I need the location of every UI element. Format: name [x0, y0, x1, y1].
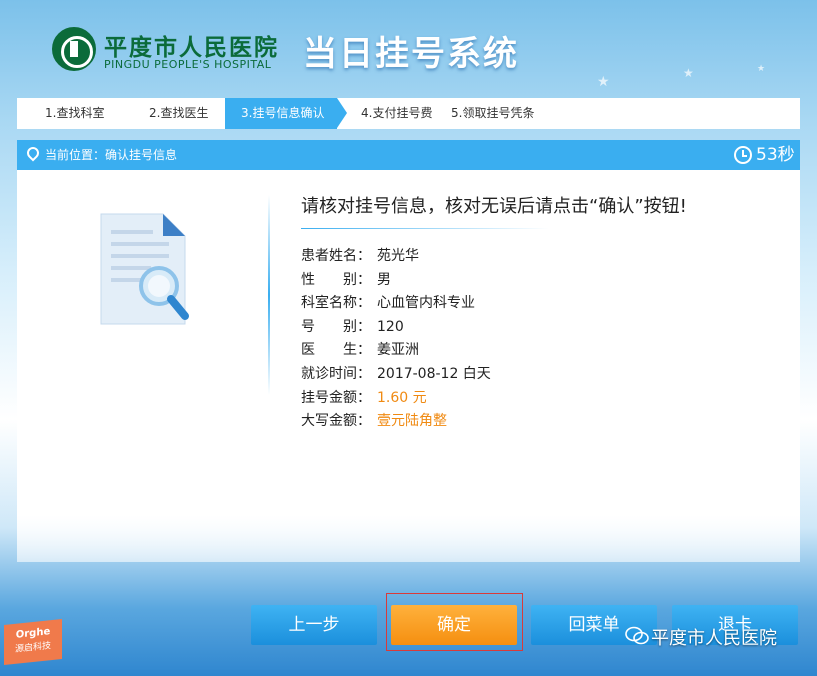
confirm-button[interactable]: 确定	[391, 605, 517, 645]
info-value: 120	[377, 318, 404, 335]
hospital-logo-icon	[52, 27, 96, 71]
star-icon: ★	[757, 64, 766, 74]
location-label: 当前位置：	[45, 148, 106, 162]
fee-amount-uppercase: 壹元陆角整	[377, 413, 447, 430]
step-progress-bar: 1.查找科室 2.查找医生 3.挂号信息确认 4.支付挂号费 5.领取挂号凭条	[17, 98, 800, 129]
headline-underline	[301, 228, 549, 229]
star-icon: ★	[683, 66, 694, 80]
info-row-ticket-type: 号 别： 120	[301, 316, 491, 340]
location-pin-icon	[24, 144, 42, 162]
wechat-icon	[625, 626, 649, 645]
info-key: 科室名称：	[301, 295, 371, 312]
info-value: 苑光华	[377, 248, 419, 264]
confirm-instruction: 请核对挂号信息，核对无误后请点击“确认”按钮!	[301, 196, 687, 217]
step-find-department: 1.查找科室	[45, 106, 105, 120]
step-pay-fee: 4.支付挂号费	[361, 106, 433, 120]
countdown-timer: 53秒	[756, 145, 795, 165]
prev-step-button[interactable]: 上一步	[251, 605, 377, 645]
location-value: 确认挂号信息	[105, 148, 178, 162]
info-row-department: 科室名称： 心血管内科专业	[301, 292, 491, 316]
info-value: 2017-08-12 白天	[377, 365, 491, 382]
info-row-doctor: 医 生： 姜亚洲	[301, 339, 491, 363]
confirm-panel: 请核对挂号信息，核对无误后请点击“确认”按钮! 患者姓名： 苑光华 性 别： 男 科…	[17, 170, 800, 562]
fee-amount: 1.60 元	[377, 389, 427, 406]
star-icon: ★	[597, 74, 610, 90]
info-value: 姜亚洲	[377, 342, 419, 359]
info-row-fee-uppercase: 大写金额： 壹元陆角整	[301, 410, 491, 434]
info-key: 医 生：	[301, 342, 371, 359]
hospital-name-en: PINGDU PEOPLE'S HOSPITAL	[104, 58, 272, 71]
info-key: 号 别：	[301, 318, 371, 335]
system-title: 当日挂号系统	[303, 34, 519, 74]
info-row-gender: 性 别： 男	[301, 269, 491, 293]
info-key: 患者姓名：	[301, 248, 371, 264]
location-bar: 当前位置： 确认挂号信息 53秒	[17, 140, 800, 170]
info-key: 挂号金额：	[301, 389, 371, 406]
info-key: 就诊时间：	[301, 365, 371, 382]
hospital-name: 平度市人民医院	[104, 34, 279, 61]
registration-info-list: 患者姓名： 苑光华 性 别： 男 科室名称： 心血管内科专业 号 别： 120 医 生：…	[301, 245, 491, 434]
vendor-badge: Orghe 源启科技	[4, 618, 62, 666]
step-confirm-registration: 3.挂号信息确认	[225, 98, 347, 129]
vertical-divider	[268, 195, 270, 395]
step-find-doctor: 2.查找医生	[149, 106, 209, 120]
watermark-text: 平度市人民医院	[651, 628, 777, 649]
info-value: 心血管内科专业	[377, 295, 475, 312]
alarm-clock-icon	[734, 146, 752, 164]
info-key: 大写金额：	[301, 413, 371, 430]
info-row-visit-time: 就诊时间： 2017-08-12 白天	[301, 363, 491, 387]
info-value: 男	[377, 271, 391, 288]
step-get-receipt: 5.领取挂号凭条	[451, 106, 535, 120]
info-row-patient-name: 患者姓名： 苑光华	[301, 245, 491, 269]
info-key: 性 别：	[301, 271, 371, 288]
document-search-icon	[100, 213, 189, 325]
info-row-fee: 挂号金额： 1.60 元	[301, 387, 491, 411]
